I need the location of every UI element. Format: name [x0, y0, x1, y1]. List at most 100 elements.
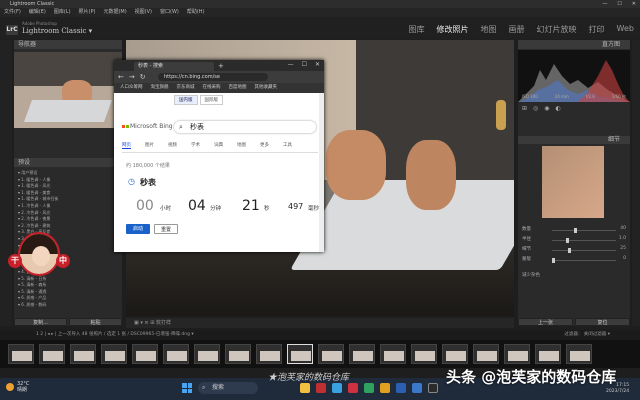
filmstrip-thumbnail[interactable] [473, 344, 499, 364]
menu-window[interactable]: 窗口(W) [160, 8, 179, 17]
module-develop[interactable]: 修改照片 [437, 24, 469, 35]
healing-icon[interactable]: ◎ [533, 105, 538, 113]
preset-item[interactable]: ▾ 1. 暖色调 - 美食 [18, 190, 118, 197]
menu-edit[interactable]: 编辑(E) [29, 8, 46, 17]
filmstrip-thumbnail[interactable] [535, 344, 561, 364]
filmstrip-thumbnail[interactable] [70, 344, 96, 364]
preset-item[interactable]: ▾ 2. 冷色调 - 建筑 [18, 223, 118, 230]
bing-logo-text[interactable]: Microsoft Bing [130, 123, 173, 130]
filmstrip-thumbnail[interactable] [318, 344, 344, 364]
address-bar[interactable]: https://cn.bing.com/se [158, 73, 268, 81]
filmstrip-source[interactable]: 1 2 | ◂ ▸ | 上一次导入 48 张照片 / 选定 1 张 / DSC0… [36, 332, 194, 337]
module-web[interactable]: Web [617, 24, 634, 35]
taskbar-search[interactable]: ⌕ 搜索 [198, 382, 258, 394]
favorite-item[interactable]: 人口众筹网 [120, 83, 143, 93]
detail-preview[interactable] [542, 146, 604, 218]
browser-close-icon[interactable]: ✕ [315, 61, 320, 68]
presets-header[interactable]: 预设 [14, 158, 122, 167]
favorite-item[interactable]: 京东商城 [177, 83, 195, 93]
browser-scrollbar[interactable] [319, 93, 324, 252]
app-icon-red[interactable] [316, 383, 326, 393]
filmstrip-thumbnail[interactable] [256, 344, 282, 364]
preset-item[interactable]: ▾ 2. 冷色调 - 夜景 [18, 216, 118, 223]
menu-file[interactable]: 文件(F) [4, 8, 21, 17]
app-icon-orange[interactable] [380, 383, 390, 393]
favorite-item[interactable]: 在线采购 [203, 83, 221, 93]
tab-more[interactable]: 更多 [260, 142, 269, 149]
maximize-button[interactable]: ☐ [617, 0, 621, 8]
region-cn[interactable]: 国内版 [174, 95, 198, 105]
filmstrip-thumbnail[interactable] [411, 344, 437, 364]
app-icon-dark[interactable] [428, 383, 438, 393]
preset-item[interactable]: ▾ 6. 质感 - 数码 [18, 302, 118, 309]
filmstrip-thumbnail[interactable] [225, 344, 251, 364]
filmstrip-thumbnail[interactable] [442, 344, 468, 364]
slider-amount[interactable]: 数量 40 [522, 226, 626, 234]
module-slideshow[interactable]: 幻灯片放映 [537, 24, 577, 35]
windows-start-icon[interactable] [182, 383, 192, 393]
forward-icon[interactable]: → [129, 73, 135, 81]
filmstrip-filter[interactable]: 过滤器： 关闭过滤器 ▾ [564, 330, 610, 340]
lightroom-taskbar-icon[interactable] [412, 383, 422, 393]
module-book[interactable]: 画册 [509, 24, 525, 35]
tab-academic[interactable]: 学术 [191, 142, 200, 149]
new-tab-icon[interactable]: + [218, 62, 224, 70]
tab-tools[interactable]: 工具 [283, 142, 292, 149]
menu-metadata[interactable]: 元数据(M) [103, 8, 126, 17]
crop-icon[interactable]: ⊞ [522, 105, 527, 113]
favorite-item[interactable]: 淘宝旗舰 [151, 83, 169, 93]
browser-tab[interactable]: 秒表 - 搜索 [134, 62, 214, 71]
tab-videos[interactable]: 视频 [168, 142, 177, 149]
menu-view[interactable]: 视图(V) [135, 8, 152, 17]
back-icon[interactable]: ← [118, 73, 124, 81]
right-panel-toggle[interactable] [632, 40, 640, 326]
slider-detail[interactable]: 细节 25 [522, 246, 626, 254]
favorite-item[interactable]: 其他收藏夹 [255, 83, 278, 93]
filmstrip-thumbnail[interactable] [132, 344, 158, 364]
stopwatch-reset-button[interactable]: 重置 [154, 224, 178, 234]
previous-button[interactable]: 上一张 [518, 318, 573, 326]
reset-button[interactable]: 复位 [575, 318, 630, 326]
app-icon-pink[interactable] [348, 383, 358, 393]
copy-settings-button[interactable]: 复制... [14, 318, 67, 326]
minimize-button[interactable]: — [602, 0, 607, 8]
preset-item[interactable]: ▾ 6. 质感 - 产品 [18, 295, 118, 302]
preset-item[interactable]: ▾ 1. 暖色调 - 城市扫街 [18, 196, 118, 203]
paste-settings-button[interactable]: 粘贴 [69, 318, 122, 326]
histogram-header[interactable]: 直方图 [518, 40, 630, 49]
filmstrip-thumbnail[interactable] [349, 344, 375, 364]
preset-item[interactable]: ▾ 5. 清新 - 通透 [18, 289, 118, 296]
tab-dictionary[interactable]: 词典 [214, 142, 223, 149]
menu-help[interactable]: 帮助(H) [187, 8, 205, 17]
develop-toolbar[interactable]: ▣ ▾ ≡ ⊞ 软打样 [126, 318, 514, 328]
filmstrip-thumbnail[interactable] [287, 344, 313, 364]
module-print[interactable]: 打印 [589, 24, 605, 35]
left-panel-toggle[interactable] [0, 40, 12, 326]
browser-minimize-icon[interactable]: — [288, 61, 294, 68]
tab-maps[interactable]: 地图 [237, 142, 246, 149]
favorite-item[interactable]: 百度地图 [229, 83, 247, 93]
navigator-header[interactable]: 导航器 [14, 40, 122, 49]
filmstrip-thumbnail[interactable] [101, 344, 127, 364]
filmstrip-thumbnail[interactable] [380, 344, 406, 364]
filmstrip-thumbnail[interactable] [39, 344, 65, 364]
menu-photo[interactable]: 照片(P) [79, 8, 96, 17]
tab-images[interactable]: 图片 [145, 142, 154, 149]
tab-web[interactable]: 网页 [122, 142, 131, 149]
slider-masking[interactable]: 蒙版 0 [522, 256, 626, 264]
preset-item[interactable]: ▾ 用户预设 [18, 170, 118, 177]
browser-maximize-icon[interactable]: ☐ [302, 61, 307, 68]
bing-search-box[interactable]: ⌕ 秒表 [174, 121, 316, 133]
mask-icon[interactable]: ◐ [556, 105, 561, 113]
module-library[interactable]: 图库 [409, 24, 425, 35]
filmstrip-thumbnail[interactable] [8, 344, 34, 364]
module-map[interactable]: 地图 [481, 24, 497, 35]
wechat-icon[interactable] [364, 383, 374, 393]
filmstrip-thumbnail[interactable] [194, 344, 220, 364]
preset-item[interactable]: ▾ 1. 暖色调 - 风光 [18, 183, 118, 190]
redeye-icon[interactable]: ◉ [544, 105, 549, 113]
preset-item[interactable]: ▾ 1. 暖色调 - 人像 [18, 177, 118, 184]
histogram[interactable]: ISO 100 24 mm f/2.8 1/60 秒 [518, 50, 630, 102]
filmstrip-thumbnail[interactable] [504, 344, 530, 364]
file-explorer-icon[interactable] [300, 383, 310, 393]
